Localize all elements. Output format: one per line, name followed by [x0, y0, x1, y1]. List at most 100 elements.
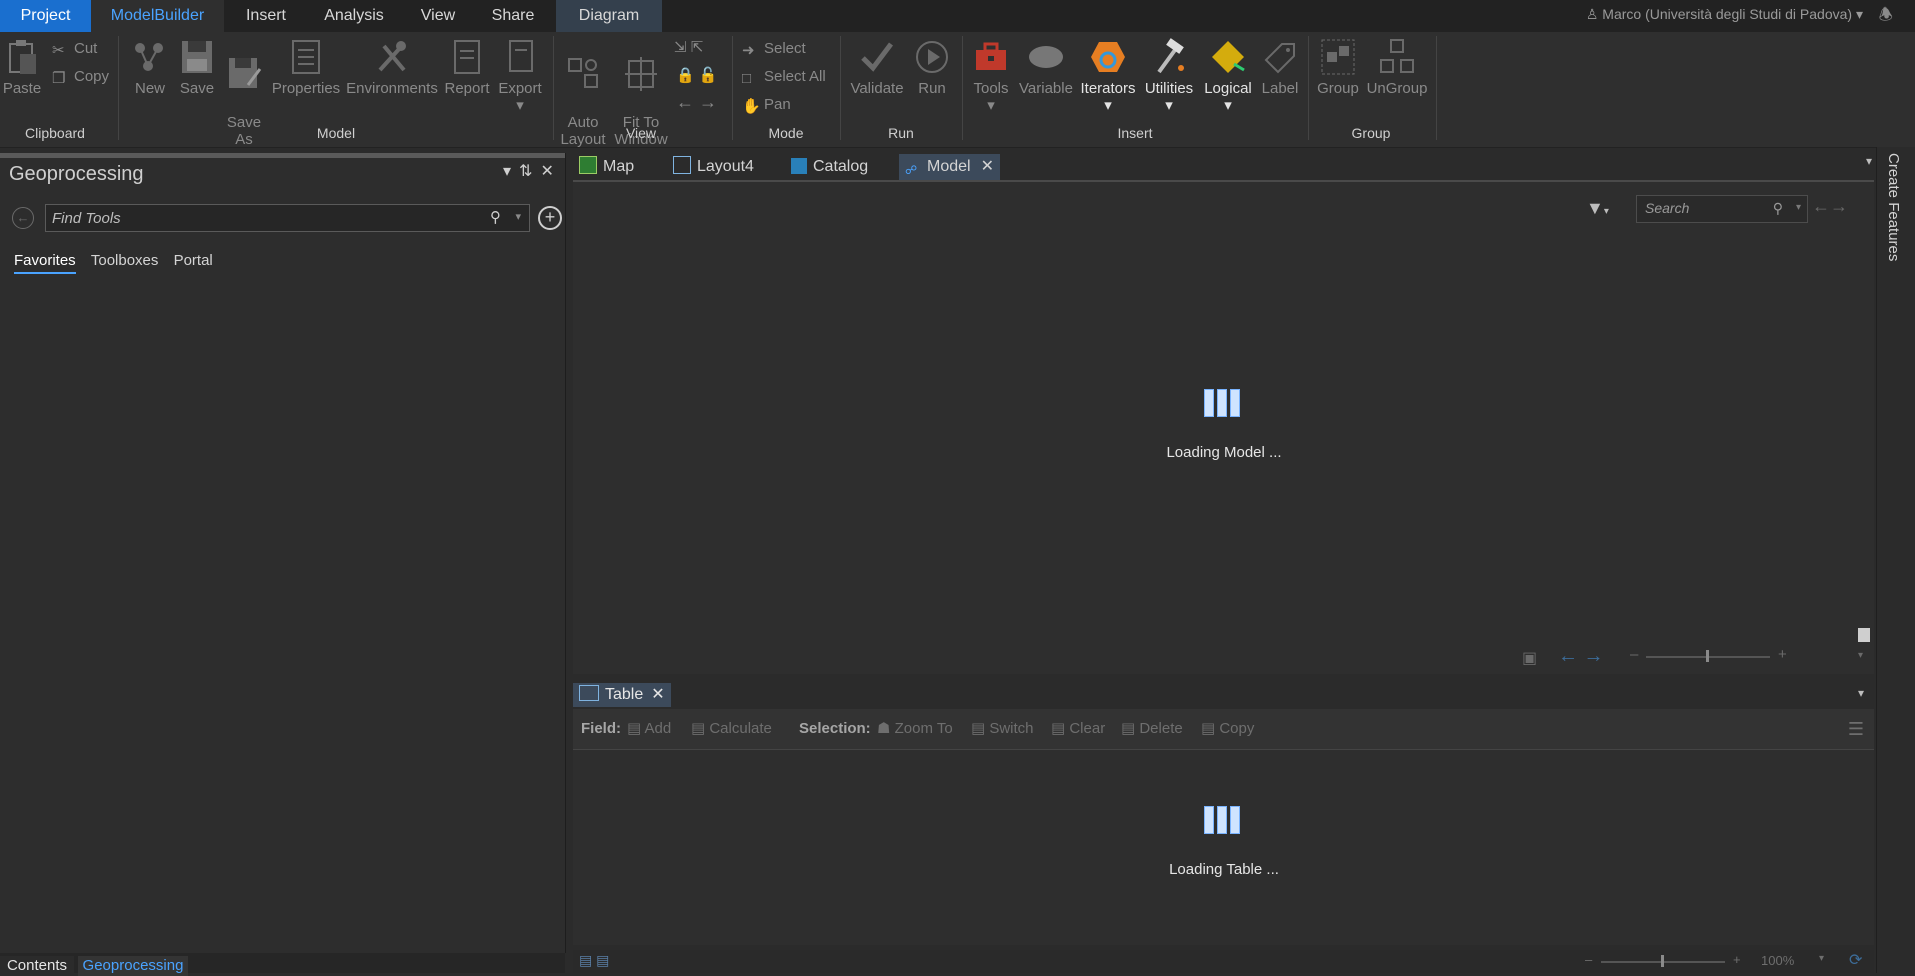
tab-toolboxes[interactable]: Toolboxes: [91, 252, 159, 272]
zoom-in-icon[interactable]: +: [1733, 952, 1741, 967]
tab-model[interactable]: ☍ Model ✕: [899, 154, 1000, 180]
properties-icon: [292, 40, 320, 74]
pin-icon[interactable]: ⇅: [519, 163, 540, 180]
close-icon[interactable]: ✕: [651, 686, 664, 703]
chevron-down-icon[interactable]: ▾: [1796, 202, 1801, 213]
copy-button[interactable]: ▤ Copy: [1201, 709, 1254, 749]
ribbon: Paste ✂ Cut ❐ Copy Clipboard New Save Save…: [0, 32, 1915, 148]
copy-button[interactable]: ❐ Copy: [52, 68, 109, 87]
ungroup-button[interactable]: UnGroup: [1366, 38, 1428, 97]
search-icon[interactable]: ⚲: [1773, 200, 1783, 217]
model-search-input[interactable]: [1643, 199, 1767, 217]
chevron-down-icon: ▾: [1104, 97, 1112, 114]
group-label-view: View: [625, 125, 657, 141]
loading-spinner-icon: [1204, 389, 1244, 419]
back-forward-icon[interactable]: ←→: [1812, 196, 1848, 217]
tab-modelbuilder[interactable]: ModelBuilder: [91, 0, 224, 32]
iterators-button[interactable]: Iterators ▾: [1078, 38, 1138, 114]
model-canvas[interactable]: [573, 180, 1874, 674]
paste-button[interactable]: Paste: [2, 38, 42, 97]
save-button[interactable]: Save: [176, 38, 218, 97]
report-button[interactable]: Report: [442, 38, 492, 97]
clipboard-icon: [9, 40, 36, 74]
zoom-to-button[interactable]: ☗ Zoom To: [877, 709, 953, 749]
tab-table[interactable]: Table ✕: [573, 683, 671, 707]
find-tools-input[interactable]: [50, 207, 474, 229]
cut-button[interactable]: ✂ Cut: [52, 40, 97, 59]
tab-portal[interactable]: Portal: [174, 252, 213, 272]
close-icon[interactable]: ✕: [540, 163, 561, 180]
run-button[interactable]: Run: [910, 38, 954, 97]
tab-share[interactable]: Share: [478, 0, 548, 32]
menu-icon[interactable]: ☰: [1848, 709, 1864, 749]
logical-button[interactable]: Logical ▾: [1200, 38, 1256, 114]
model-search-box: ⚲ ▾: [1636, 195, 1808, 223]
label-button[interactable]: Label: [1258, 38, 1302, 97]
tab-project[interactable]: Project: [0, 0, 91, 32]
group-button[interactable]: Group: [1314, 38, 1362, 97]
filter-icon[interactable]: ▼▾: [1586, 198, 1609, 219]
divider: [1308, 36, 1309, 140]
create-features-tab[interactable]: Create Features: [1885, 153, 1902, 261]
pan-button[interactable]: ✋ Pan: [742, 96, 791, 115]
zoom-slider-thumb[interactable]: [1661, 955, 1664, 967]
chevron-down-icon[interactable]: ▾: [1819, 953, 1824, 964]
environments-button[interactable]: Environments: [346, 38, 438, 97]
table-view[interactable]: [573, 750, 1874, 945]
chevron-down-icon[interactable]: ▾: [1858, 650, 1863, 661]
select-all-button[interactable]: □ Select All: [742, 68, 826, 87]
tab-layout4[interactable]: Layout4: [673, 154, 754, 180]
chevron-down-icon[interactable]: ▾: [503, 163, 519, 180]
tab-geoprocessing[interactable]: Geoprocessing: [78, 956, 188, 976]
export-button[interactable]: Export ▾: [496, 38, 544, 114]
table-tab-bar: [573, 683, 1874, 707]
user-account[interactable]: ♙ Marco (Università degli Studi di Padov…: [1586, 0, 1863, 28]
zoom-slider-thumb[interactable]: [1706, 650, 1709, 662]
select-button[interactable]: ➜ Select: [742, 40, 806, 59]
refresh-icon[interactable]: ⟳: [1849, 950, 1862, 970]
search-icon[interactable]: ⚲: [490, 208, 501, 226]
group-icon: [1321, 39, 1355, 75]
tab-insert[interactable]: Insert: [232, 0, 300, 32]
zoom-in-icon[interactable]: +: [1778, 646, 1787, 663]
pane-resize-strip[interactable]: [0, 153, 565, 158]
calculate-button[interactable]: ▤ Calculate: [691, 709, 772, 749]
tab-diagram[interactable]: Diagram: [556, 0, 662, 32]
new-button[interactable]: New: [128, 38, 172, 97]
properties-button[interactable]: Properties: [270, 38, 342, 97]
zoom-in-out-icon[interactable]: ⇲ ⇱: [674, 38, 703, 56]
field-label: Field:: [581, 720, 621, 737]
zoom-out-icon[interactable]: –: [1630, 646, 1638, 663]
overview-icon[interactable]: ▣: [1522, 648, 1537, 668]
lock-icon[interactable]: 🔒 🔓: [676, 66, 718, 84]
tab-view[interactable]: View: [410, 0, 466, 32]
variable-button[interactable]: Variable: [1018, 38, 1074, 97]
table-view-toggle-icon[interactable]: ▤ ▤: [579, 952, 609, 969]
tab-favorites[interactable]: Favorites: [14, 252, 76, 274]
validate-button[interactable]: Validate: [848, 38, 906, 97]
tab-catalog[interactable]: Catalog: [791, 154, 868, 180]
back-arrow-icon[interactable]: ←: [12, 207, 34, 229]
tab-analysis[interactable]: Analysis: [310, 0, 398, 32]
switch-button[interactable]: ▤ Switch: [971, 709, 1034, 749]
back-forward-icon[interactable]: ← →: [676, 92, 717, 113]
chevron-down-icon[interactable]: ▾: [515, 210, 521, 223]
zoom-out-icon[interactable]: –: [1585, 952, 1592, 967]
zoom-level[interactable]: 100%: [1761, 953, 1794, 968]
tab-contents[interactable]: Contents: [0, 956, 74, 976]
tab-map[interactable]: Map: [579, 154, 634, 180]
resize-handle[interactable]: [1858, 628, 1870, 642]
clear-button[interactable]: ▤ Clear: [1051, 709, 1105, 749]
bell-icon[interactable]: 🕭: [1879, 4, 1893, 31]
add-field-button[interactable]: ▤ Add: [627, 709, 671, 749]
document-tabs: Map Layout4 Catalog ☍ Model ✕ ▾: [573, 154, 1874, 180]
chevron-down-icon[interactable]: ▾: [1866, 154, 1872, 168]
chevron-down-icon[interactable]: ▾: [1858, 686, 1864, 700]
close-icon[interactable]: ✕: [981, 158, 994, 175]
add-icon[interactable]: +: [538, 206, 562, 230]
tools-button[interactable]: Tools ▾: [968, 38, 1014, 114]
utilities-button[interactable]: Utilities ▾: [1140, 38, 1198, 114]
back-forward-icon[interactable]: ← →: [1558, 645, 1604, 668]
delete-button[interactable]: ▤ Delete: [1121, 709, 1183, 749]
map-icon: [579, 156, 597, 174]
